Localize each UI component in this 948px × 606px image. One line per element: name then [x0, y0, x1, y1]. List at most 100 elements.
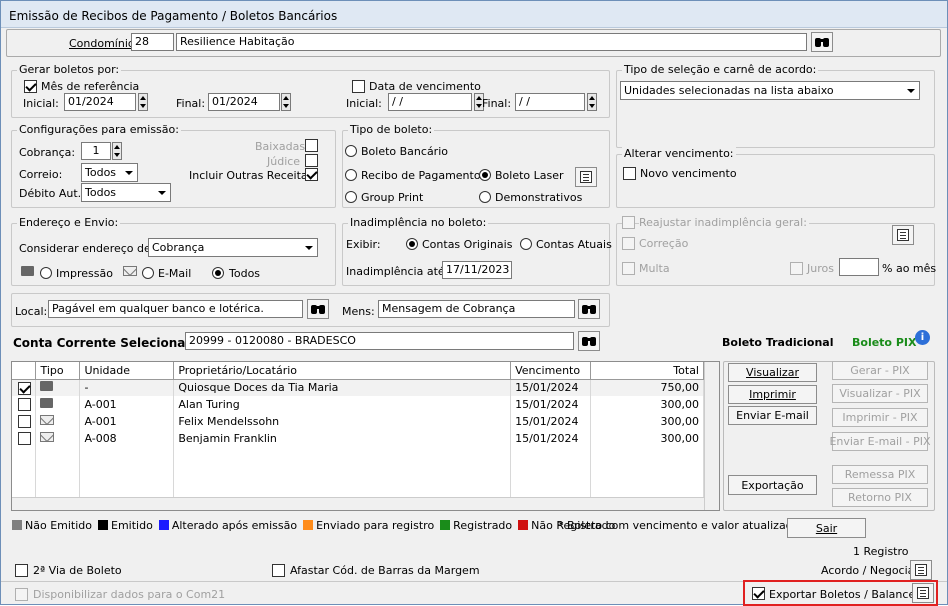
tipo-boleto-title: Tipo de boleto: — [348, 123, 435, 136]
contas-atuais-radio[interactable] — [520, 238, 532, 250]
mes-referencia-checkbox[interactable] — [24, 80, 37, 93]
row-checkbox[interactable] — [18, 398, 31, 411]
table-row[interactable]: A-001 Alan Turing 15/01/2024 300,00 — [12, 396, 704, 413]
multa-label: Multa — [639, 262, 670, 275]
imprimir-button[interactable]: Imprimir — [728, 385, 817, 404]
empty-row — [12, 481, 704, 498]
boleto-tradicional-label: Boleto Tradicional — [722, 336, 834, 349]
data-vencimento-label: Data de vencimento — [369, 80, 481, 93]
impressao-radio[interactable] — [40, 267, 52, 279]
correio-select[interactable]: Todos — [81, 163, 138, 182]
group-print-radio[interactable] — [345, 191, 357, 203]
exportar-config-button[interactable] — [912, 583, 934, 603]
exportar-checkbox[interactable] — [752, 587, 765, 600]
mes-final-input[interactable]: 01/2024 — [208, 93, 280, 111]
printer-icon — [40, 381, 54, 392]
tipo-selecao-select[interactable]: Unidades selecionadas na lista abaixo — [620, 81, 920, 100]
legend-item: Não Emitido — [12, 519, 92, 532]
contas-originais-radio[interactable] — [406, 238, 418, 250]
row-checkbox[interactable] — [18, 381, 31, 395]
table-row[interactable]: - Quiosque Doces da Tia Maria 15/01/2024 75… — [12, 379, 704, 396]
cobranca-spinner[interactable] — [112, 142, 122, 160]
row-total: 300,00 — [590, 396, 704, 413]
inadimplencia-ate-input[interactable]: 17/11/2023 — [442, 261, 512, 279]
condominio-code-input[interactable]: 28 — [131, 33, 174, 51]
mes-inicial-spinner[interactable] — [138, 93, 148, 111]
grid-scrollbar[interactable] — [704, 362, 719, 510]
status-legend: Não Emitido Emitido Alterado após emissão E… — [12, 519, 621, 532]
exportacao-button[interactable]: Exportação — [728, 475, 817, 495]
mens-input[interactable]: Mensagem de Cobrança — [378, 300, 575, 318]
sair-button[interactable]: Sair — [787, 518, 866, 538]
venc-final-input[interactable]: / / — [515, 93, 585, 111]
juros-input[interactable] — [839, 258, 879, 276]
col-tipo[interactable]: Tipo — [35, 362, 81, 380]
row-unidade: - — [79, 379, 175, 396]
acordo-label: Acordo / Negociar — [821, 564, 919, 577]
recibo-pagamento-radio[interactable] — [345, 169, 357, 181]
segunda-via-label: 2ª Via de Boleto — [33, 564, 122, 577]
data-vencimento-checkbox[interactable] — [352, 80, 365, 93]
boleto-config-button[interactable] — [575, 167, 597, 187]
baixadas-label: Baixadas — [255, 140, 306, 153]
reajustar-checkbox[interactable] — [622, 216, 635, 229]
grid-hscrollbar[interactable] — [12, 497, 704, 510]
mes-final-spinner[interactable] — [281, 93, 291, 111]
novo-vencimento-checkbox[interactable] — [623, 167, 636, 180]
info-icon[interactable]: i — [915, 330, 930, 345]
row-checkbox[interactable] — [18, 415, 31, 428]
local-input[interactable]: Pagável em qualquer banco e lotérica. — [48, 300, 303, 318]
col-unidade[interactable]: Unidade — [79, 362, 175, 380]
boleto-laser-label: Boleto Laser — [495, 169, 564, 182]
correcao-checkbox[interactable] — [622, 237, 635, 250]
imprimir-pix-button[interactable]: Imprimir - PIX — [832, 408, 928, 427]
enviar-email-pix-button[interactable]: Enviar E-mail - PIX — [829, 432, 931, 451]
condominio-name-input[interactable]: Resilience Habitação — [176, 33, 807, 51]
afastar-checkbox[interactable] — [272, 564, 285, 577]
baixadas-checkbox[interactable] — [305, 139, 318, 152]
legend-swatch — [440, 520, 451, 530]
conta-input[interactable]: 20999 - 0120080 - BRADESCO — [185, 332, 574, 350]
boleto-laser-radio[interactable] — [479, 169, 491, 181]
visualizar-pix-button[interactable]: Visualizar - PIX — [832, 384, 928, 403]
boleto-bancario-radio[interactable] — [345, 145, 357, 157]
tipo-selecao-value: Unidades selecionadas na lista abaixo — [624, 84, 834, 97]
acordo-button[interactable] — [910, 560, 932, 580]
cobranca-input[interactable]: 1 — [81, 142, 111, 160]
outras-receitas-checkbox[interactable] — [305, 168, 318, 181]
search-conta-button[interactable] — [578, 331, 600, 351]
debito-select[interactable]: Todos — [81, 183, 171, 202]
todos-radio[interactable] — [212, 267, 224, 279]
venc-final-spinner[interactable] — [587, 93, 597, 111]
venc-inicial-input[interactable]: / / — [388, 93, 472, 111]
table-row[interactable]: A-001 Felix Mendelssohn 15/01/2024 300,00 — [12, 413, 704, 430]
search-local-button[interactable] — [307, 299, 329, 319]
table-row[interactable]: A-008 Benjamin Franklin 15/01/2024 300,00 — [12, 430, 704, 447]
col-proprietario[interactable]: Proprietário/Locatário — [173, 362, 512, 380]
row-check-cell[interactable] — [12, 396, 37, 413]
row-tipo — [35, 379, 81, 396]
row-check-cell[interactable] — [12, 413, 37, 430]
search-mens-button[interactable] — [578, 299, 600, 319]
enviar-email-button[interactable]: Enviar E-mail — [728, 406, 817, 425]
row-check-cell[interactable] — [12, 379, 37, 396]
remessa-pix-button[interactable]: Remessa PIX — [832, 465, 928, 484]
disponibilizar-checkbox[interactable] — [15, 588, 28, 601]
email-radio[interactable] — [142, 267, 154, 279]
col-vencimento[interactable]: Vencimento — [510, 362, 592, 380]
demonstrativos-radio[interactable] — [479, 191, 491, 203]
col-total[interactable]: Total — [590, 362, 704, 380]
gerar-pix-button[interactable]: Gerar - PIX — [832, 361, 928, 380]
judice-checkbox[interactable] — [305, 154, 318, 167]
juros-checkbox[interactable] — [790, 262, 803, 275]
considerar-select[interactable]: Cobrança — [148, 238, 318, 257]
mes-inicial-input[interactable]: 01/2024 — [64, 93, 136, 111]
row-checkbox[interactable] — [18, 432, 31, 445]
row-check-cell[interactable] — [12, 430, 37, 447]
segunda-via-checkbox[interactable] — [15, 564, 28, 577]
search-condominio-button[interactable] — [811, 32, 833, 52]
visualizar-button[interactable]: Visualizar — [728, 363, 817, 382]
reajustar-config-button[interactable] — [892, 225, 914, 245]
retorno-pix-button[interactable]: Retorno PIX — [832, 488, 928, 507]
multa-checkbox[interactable] — [622, 262, 635, 275]
